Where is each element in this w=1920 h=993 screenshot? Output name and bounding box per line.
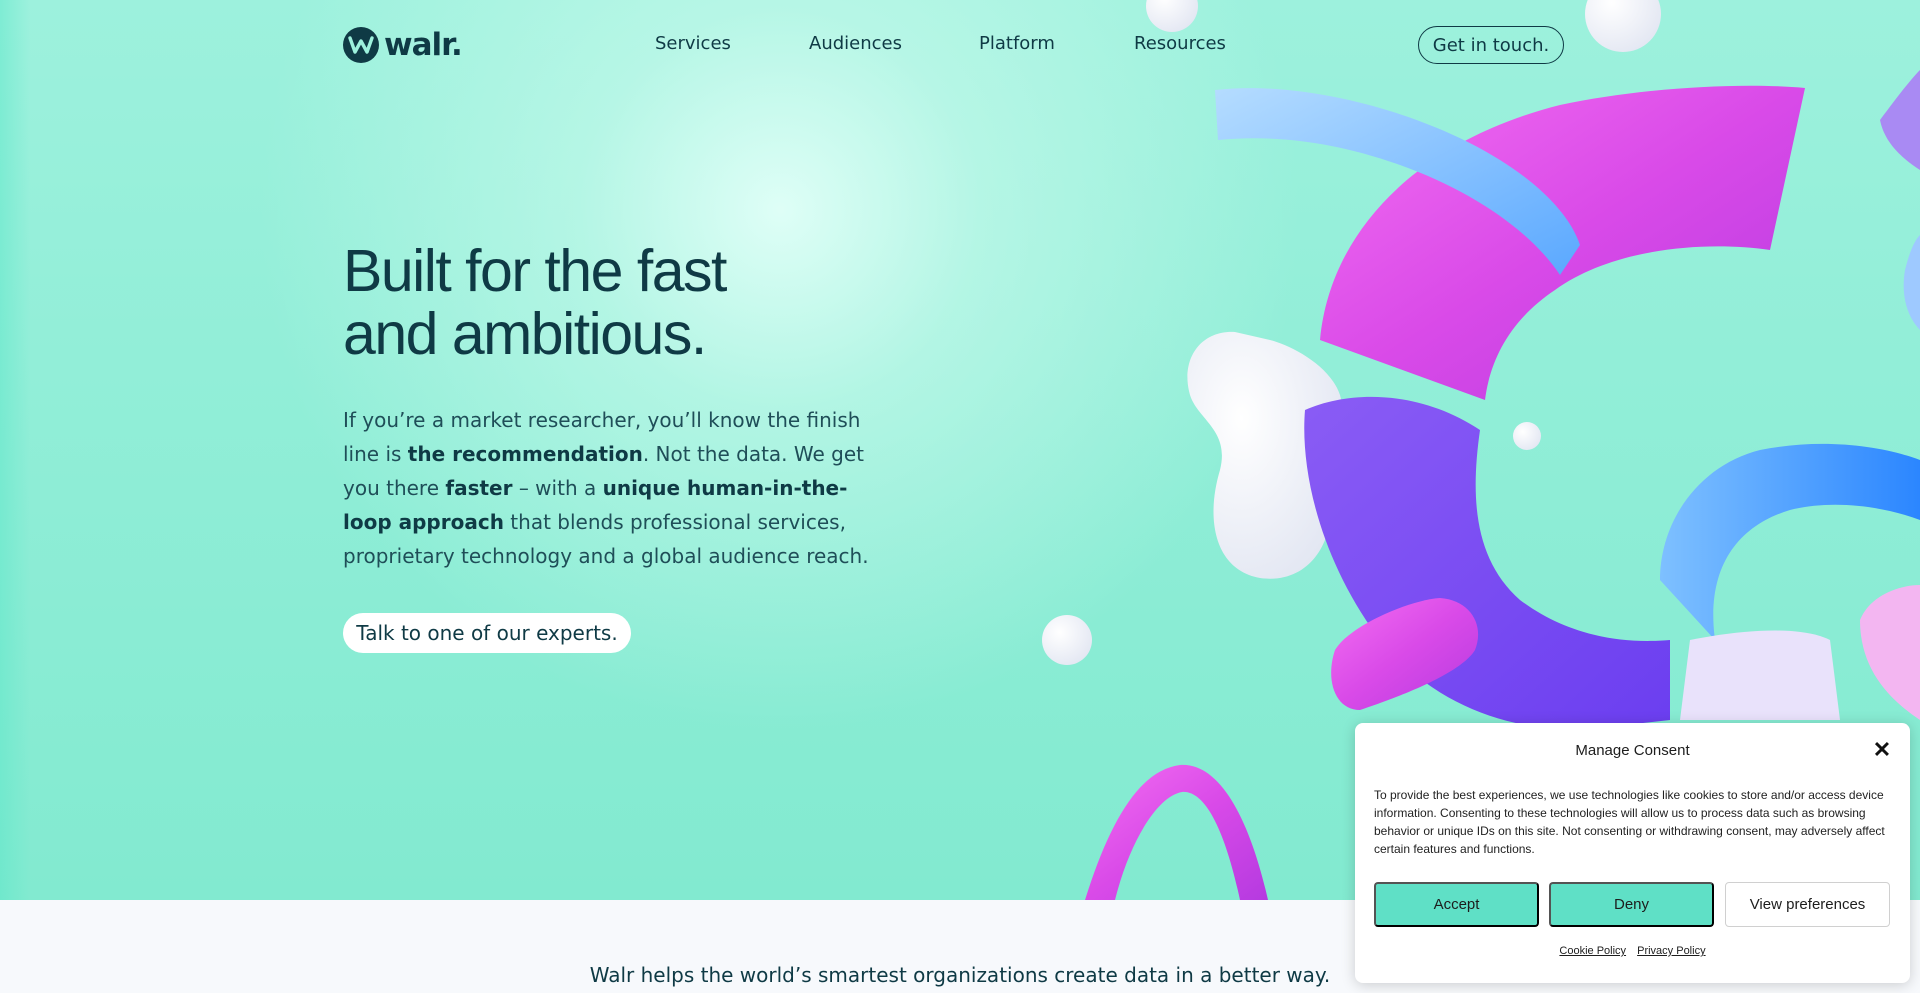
headline-line-2: and ambitious. [343, 301, 707, 367]
intro-bold-recommendation: the recommendation [407, 442, 643, 466]
consent-links: Cookie Policy Privacy Policy [1355, 945, 1910, 957]
tagline-text: Walr helps the world’s smartest organiza… [589, 963, 1331, 987]
nav-item-platform[interactable]: Platform [979, 33, 1055, 54]
consent-title: Manage Consent [1575, 742, 1690, 759]
intro-text-3: – with a [512, 476, 603, 500]
accept-button[interactable]: Accept [1374, 882, 1539, 927]
view-preferences-button[interactable]: View preferences [1725, 882, 1890, 927]
headline-line-1: Built for the fast [343, 238, 727, 304]
hero-headline: Built for the fast and ambitious. [343, 238, 727, 367]
walr-logo-icon [343, 27, 379, 63]
intro-bold-faster: faster [445, 476, 513, 500]
talk-to-expert-button[interactable]: Talk to one of our experts. [343, 613, 631, 653]
consent-dialog: Manage Consent ✕ To provide the best exp… [1355, 723, 1910, 983]
get-in-touch-button[interactable]: Get in touch. [1418, 26, 1564, 64]
nav-item-services[interactable]: Services [655, 33, 731, 54]
close-icon[interactable]: ✕ [1870, 738, 1894, 762]
privacy-policy-link[interactable]: Privacy Policy [1637, 945, 1705, 957]
nav-item-audiences[interactable]: Audiences [809, 33, 902, 54]
walr-logo[interactable]: walr. [343, 27, 463, 63]
nav-item-resources[interactable]: Resources [1134, 33, 1226, 54]
top-navigation: walr. Services Audiences Platform Resour… [0, 0, 1920, 90]
deny-button[interactable]: Deny [1549, 882, 1714, 927]
consent-description: To provide the best experiences, we use … [1374, 788, 1885, 856]
hero-intro-text: If you’re a market researcher, you’ll kn… [343, 403, 883, 573]
logo-wordmark: walr. [384, 27, 463, 63]
cookie-policy-link[interactable]: Cookie Policy [1559, 945, 1626, 957]
hero-edge-glow [0, 0, 30, 900]
